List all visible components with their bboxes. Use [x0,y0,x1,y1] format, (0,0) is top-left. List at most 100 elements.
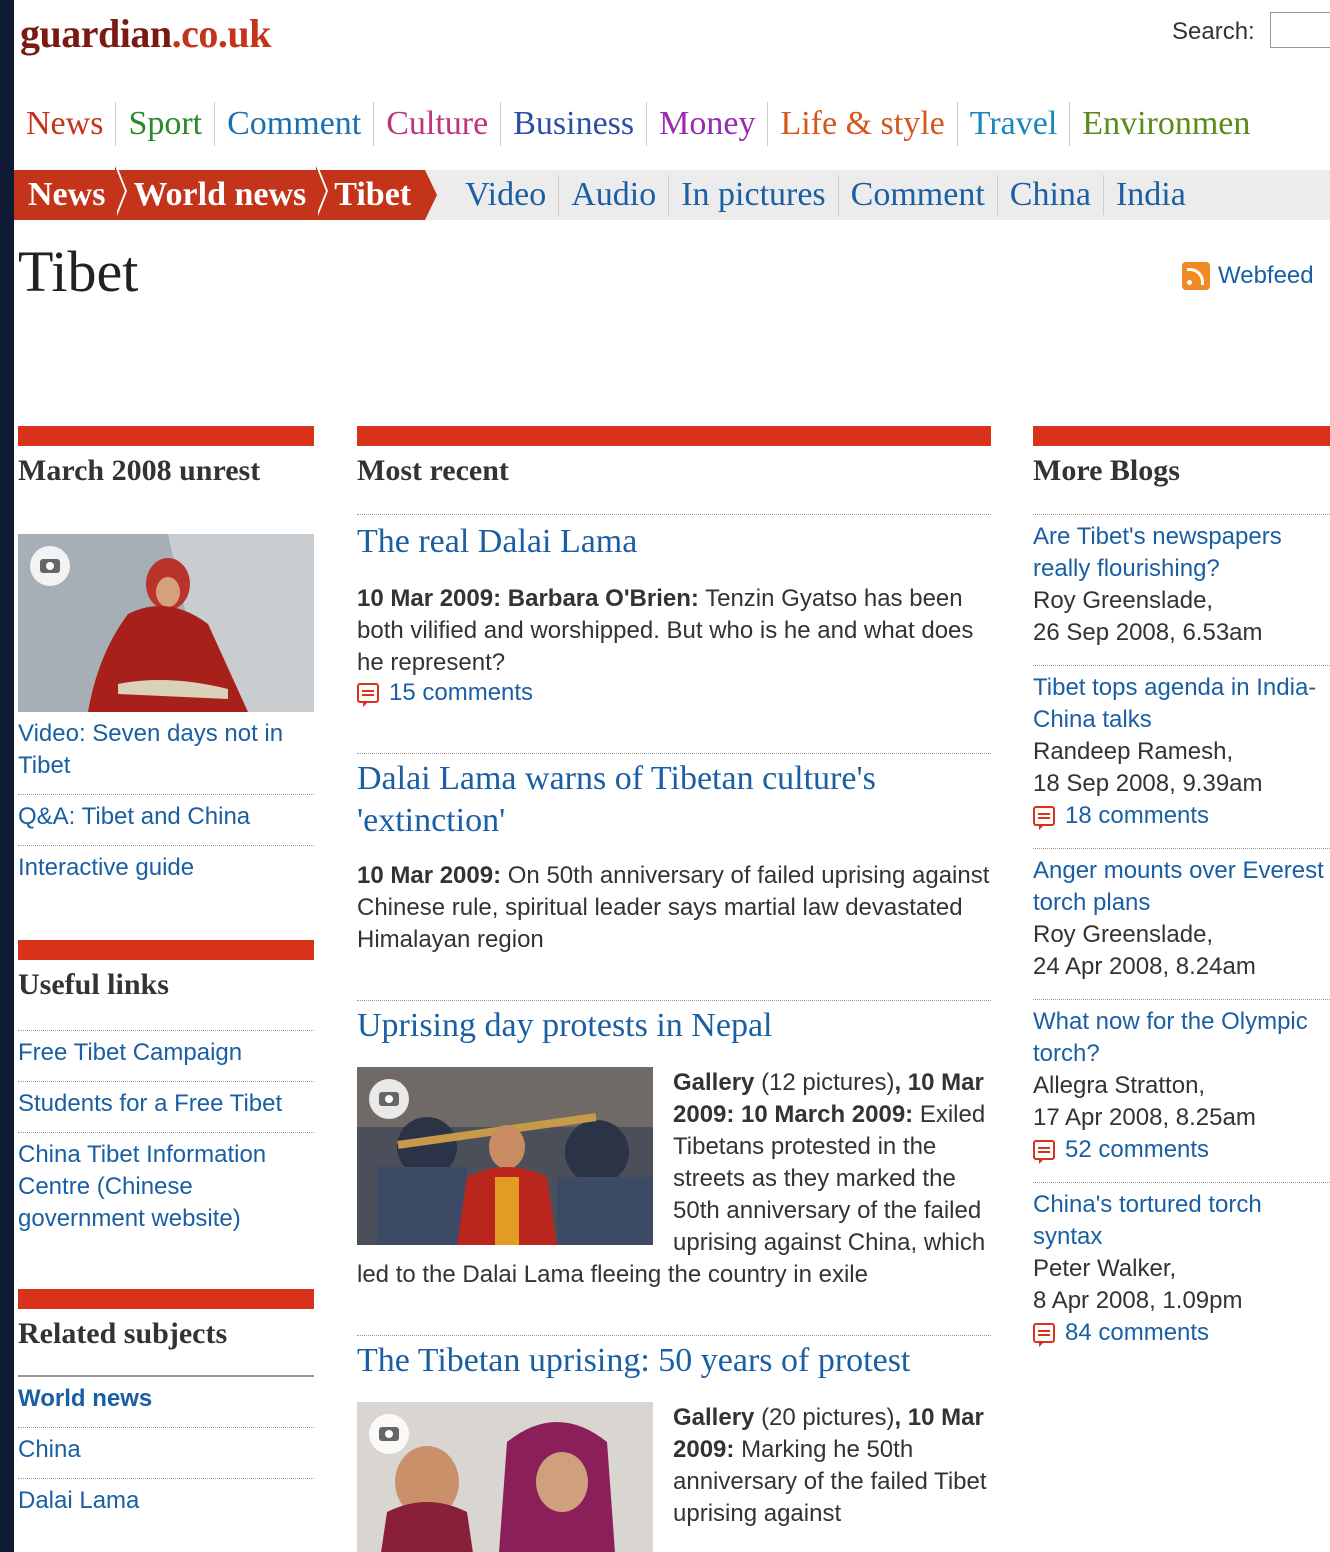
nav-sport[interactable]: Sport [116,102,216,146]
blog-author: Roy Greenslade, [1033,921,1214,948]
video-thumbnail[interactable] [18,534,314,714]
nav-business[interactable]: Business [501,102,648,146]
article-1-date: 10 Mar 2009: [357,585,502,612]
article-3-count: (12 pictures) [761,1069,895,1096]
nav-culture[interactable]: Culture [374,102,502,146]
link-interactive-guide: Interactive guide [18,845,314,896]
link-free-tibet-text[interactable]: Free Tibet Campaign [18,1039,242,1066]
video-link-text[interactable]: Video: Seven days not in Tibet [18,720,283,779]
article-4-body: Gallery (20 pictures), 10 Mar 2009: Mark… [357,1402,991,1552]
subnav-china[interactable]: China [998,175,1104,215]
article-1: The real Dalai Lama 10 Mar 2009: Barbara… [357,514,991,707]
article-1-author: Barbara O'Brien: [507,585,699,612]
center-column: Most recent The real Dalai Lama 10 Mar 2… [357,426,991,1552]
sub-nav: News World news Tibet Video Audio In pic… [14,166,1330,220]
breadcrumb-tibet[interactable]: Tibet [320,176,425,214]
link-china: China [18,1427,314,1478]
blog-item: China's tortured torch syntax Peter Walke… [1033,1182,1330,1365]
link-dalai-lama-text[interactable]: Dalai Lama [18,1487,139,1514]
blog-date: 18 Sep 2008, 9.39am [1033,770,1263,797]
article-1-standfirst: 10 Mar 2009: Barbara O'Brien: Tenzin Gya… [357,583,991,679]
blog-list: Are Tibet's newspapers really flourishin… [1033,514,1330,1365]
link-china-text[interactable]: China [18,1436,81,1463]
blog-comments[interactable]: 52 comments [1033,1134,1330,1166]
nav-money[interactable]: Money [647,102,769,146]
video-camera-icon [30,546,70,586]
section-bar [18,1289,314,1309]
blog-author: Roy Greenslade, [1033,587,1214,614]
section-title-related-subjects: Related subjects [18,1317,228,1350]
link-qa-text[interactable]: Q&A: Tibet and China [18,803,250,830]
section-title-more-blogs: More Blogs [1033,454,1180,487]
page: guardian.co.uk Search: News Sport Comment C… [14,0,1330,1552]
blog-item: What now for the Olympic torch? Allegra S… [1033,999,1330,1182]
search-label: Search: [1172,18,1255,45]
breadcrumb-arrow [425,170,438,220]
nav-life-style[interactable]: Life & style [768,102,958,146]
article-3-headline[interactable]: Uprising day protests in Nepal [357,1005,991,1047]
nav-environmen[interactable]: Environmen [1070,102,1262,146]
section-bar [357,426,991,446]
section-bar [1033,426,1330,446]
article-3-gallery: Gallery [673,1069,755,1096]
blog-comments[interactable]: 18 comments [1033,800,1330,832]
blog-item: Anger mounts over Everest torch plans Roy… [1033,848,1330,999]
link-world-news-text[interactable]: World news [18,1385,152,1412]
section-title-most-recent: Most recent [357,454,509,487]
blog-comments-label: 18 comments [1065,802,1210,829]
blog-title[interactable]: Anger mounts over Everest torch plans [1033,855,1330,919]
nav-news[interactable]: News [14,102,117,146]
link-china-tibet-info-text[interactable]: China Tibet Information Centre (Chinese … [18,1141,266,1232]
article-1-comments[interactable]: 15 comments [357,679,991,707]
blog-title[interactable]: Tibet tops agenda in India-China talks [1033,672,1330,736]
article-2-headline[interactable]: Dalai Lama warns of Tibetan culture's 'e… [357,758,991,842]
article-4: The Tibetan uprising: 50 years of protes… [357,1335,991,1552]
blog-date: 24 Apr 2008, 8.24am [1033,953,1256,980]
subnav-audio[interactable]: Audio [559,175,670,215]
blog-title[interactable]: What now for the Olympic torch? [1033,1006,1330,1070]
section-bar [18,940,314,960]
guardian-logo[interactable]: guardian.co.uk [20,10,271,57]
blog-title[interactable]: Are Tibet's newspapers really flourishin… [1033,521,1330,585]
section-bar [18,426,314,446]
search-input[interactable] [1270,12,1330,48]
blog-comments-label: 52 comments [1065,1136,1210,1163]
link-qa: Q&A: Tibet and China [18,794,314,845]
subnav-india[interactable]: India [1104,175,1198,215]
blog-comments-label: 84 comments [1065,1319,1210,1346]
article-3-image[interactable] [357,1067,653,1245]
link-students-text[interactable]: Students for a Free Tibet [18,1090,282,1117]
article-1-headline[interactable]: The real Dalai Lama [357,521,991,563]
article-4-gallery: Gallery [673,1404,755,1431]
logo-tld: .co.uk [171,11,272,56]
breadcrumb-news[interactable]: News [14,166,128,216]
subnav-comment[interactable]: Comment [839,175,998,215]
link-world-news: World news [18,1375,314,1427]
article-4-image[interactable] [357,1402,653,1552]
article-1-comments-label: 15 comments [389,679,534,706]
blog-title[interactable]: China's tortured torch syntax [1033,1189,1330,1253]
blog-item: Tibet tops agenda in India-China talks Ra… [1033,665,1330,848]
subnav-video[interactable]: Video [453,175,560,215]
link-interactive-guide-text[interactable]: Interactive guide [18,854,194,881]
subnav-in-pictures[interactable]: In pictures [669,175,839,215]
article-2-date: 10 Mar 2009: [357,862,502,889]
blog-item: Are Tibet's newspapers really flourishin… [1033,514,1330,665]
webfeed-link[interactable]: Webfeed [1182,262,1314,290]
blog-date: 8 Apr 2008, 1.09pm [1033,1287,1243,1314]
link-free-tibet: Free Tibet Campaign [18,1030,314,1081]
link-students: Students for a Free Tibet [18,1081,314,1132]
breadcrumb-world-news[interactable]: World news [119,166,329,216]
comment-icon [357,683,379,707]
blog-author: Peter Walker, [1033,1255,1177,1282]
camera-icon [369,1414,409,1454]
nav-travel[interactable]: Travel [958,102,1071,146]
logo-main: guardian [20,11,172,56]
article-4-headline[interactable]: The Tibetan uprising: 50 years of protes… [357,1340,991,1382]
link-china-tibet-info: China Tibet Information Centre (Chinese … [18,1132,314,1247]
nav-comment[interactable]: Comment [215,102,375,146]
article-3-body: Gallery (12 pictures), 10 Mar 2009: 10 M… [357,1067,991,1291]
blog-comments[interactable]: 84 comments [1033,1317,1330,1349]
section-title-useful-links: Useful links [18,968,169,1001]
comment-icon [1033,1140,1055,1164]
